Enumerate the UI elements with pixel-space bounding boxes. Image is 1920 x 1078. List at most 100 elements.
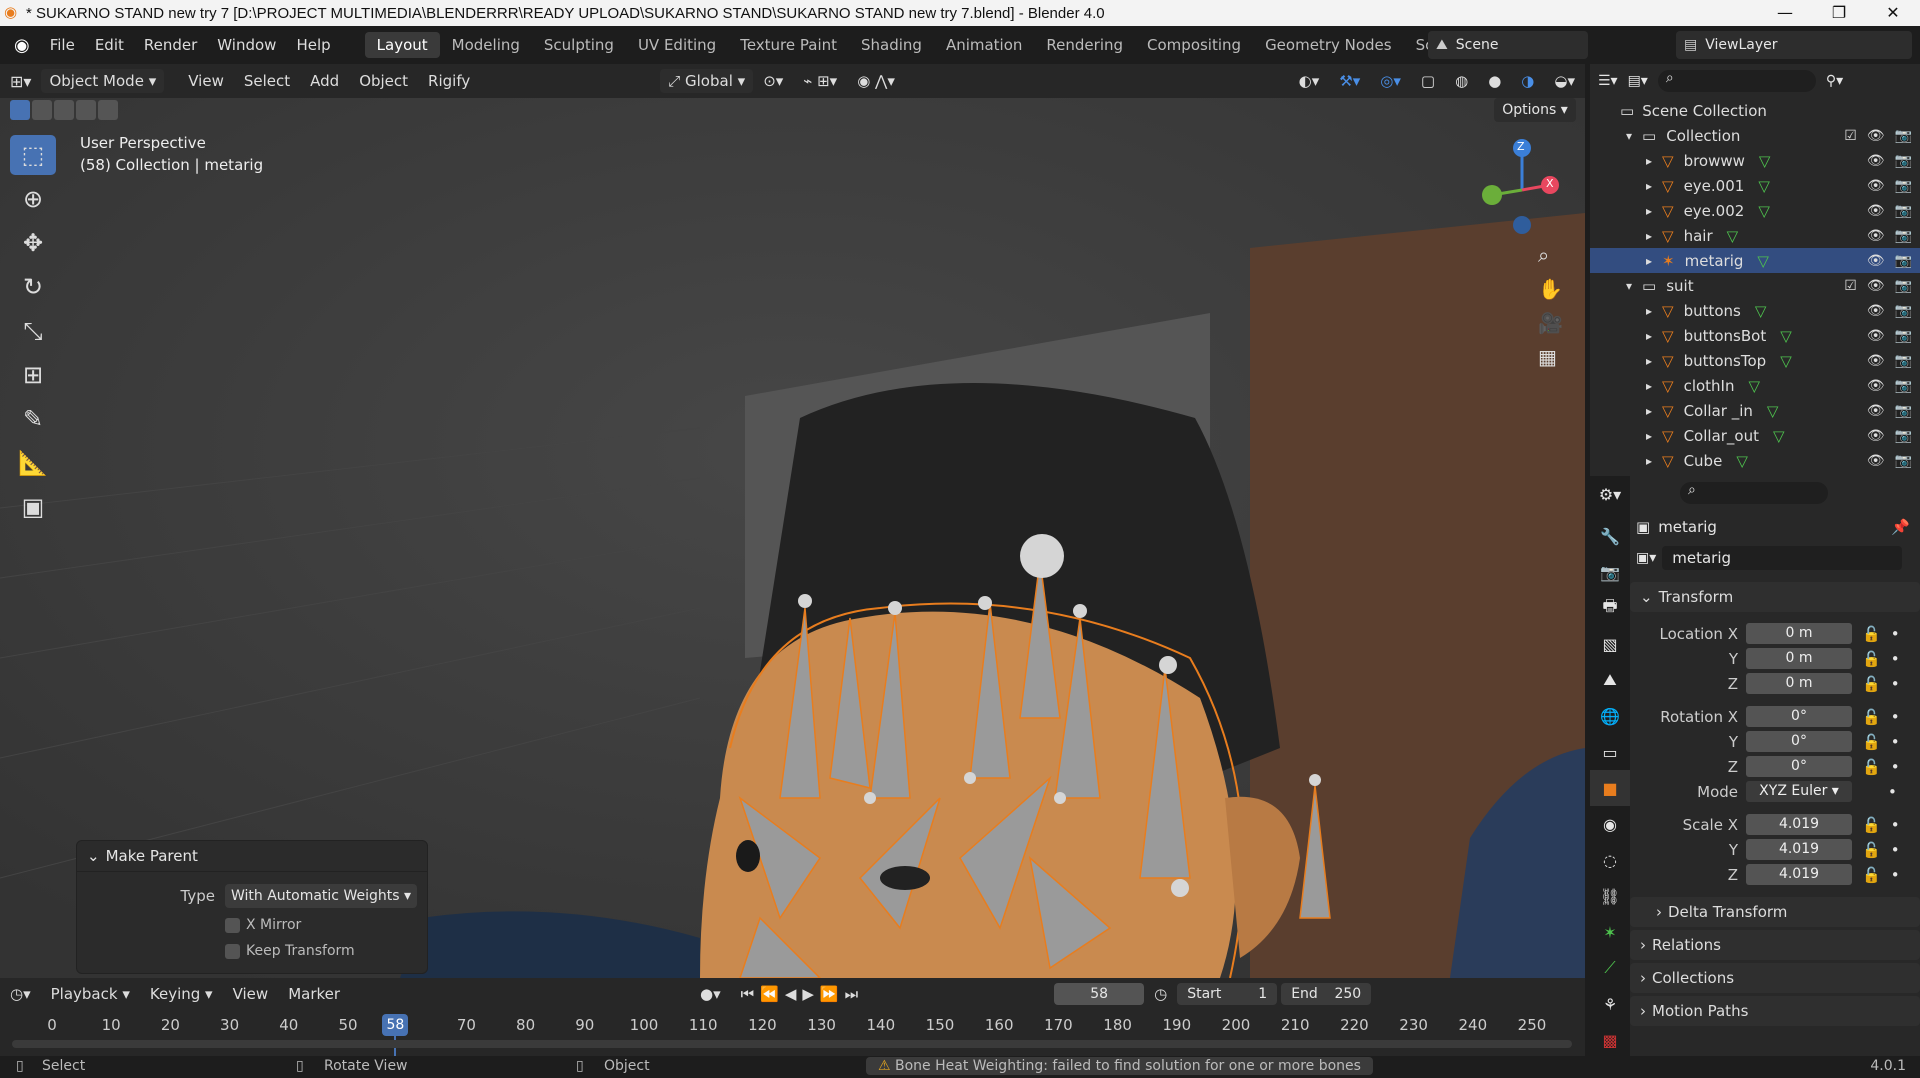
mesh-data-icon[interactable]: ▽: [1758, 202, 1770, 220]
camera-icon[interactable]: 📷: [1895, 428, 1912, 444]
expand-right-icon[interactable]: ▸: [1646, 354, 1652, 368]
expand-right-icon[interactable]: ▸: [1646, 329, 1652, 343]
material-shading-icon[interactable]: ◑: [1511, 72, 1544, 90]
eye-icon[interactable]: 👁: [1867, 428, 1885, 444]
props-editor-icon[interactable]: ⚙▾: [1590, 476, 1630, 512]
camera-icon[interactable]: 📷: [1895, 253, 1912, 269]
motion-paths-section[interactable]: › Motion Paths: [1630, 996, 1920, 1026]
filter-icon[interactable]: ⚲▾: [1826, 73, 1843, 89]
eye-icon[interactable]: 👁: [1867, 253, 1885, 269]
camera-icon[interactable]: 📷: [1895, 203, 1912, 219]
outliner-row-hair[interactable]: ▸ ▽ hair ▽ 👁 📷: [1590, 223, 1920, 248]
warning-message[interactable]: ⚠ Bone Heat Weighting: failed to find so…: [866, 1057, 1373, 1075]
annotate-tool-icon[interactable]: ✎: [10, 399, 56, 439]
pan-hand-icon[interactable]: ✋: [1538, 277, 1563, 301]
camera-view-icon[interactable]: 🎥: [1538, 311, 1563, 335]
eye-icon[interactable]: 👁: [1867, 128, 1885, 144]
keyframe-dot-icon[interactable]: •: [1891, 708, 1900, 726]
close-window-button[interactable]: ✕: [1866, 0, 1920, 26]
location-z-field[interactable]: 0 m: [1746, 673, 1852, 694]
camera-icon[interactable]: 📷: [1895, 153, 1912, 169]
menu-object[interactable]: Object: [349, 72, 418, 90]
menu-add[interactable]: Add: [300, 72, 349, 90]
render-props-icon[interactable]: 📷: [1590, 554, 1630, 590]
keyframe-dot-icon[interactable]: •: [1891, 866, 1900, 884]
xray-icon[interactable]: ▢: [1411, 72, 1445, 90]
tab-layout[interactable]: Layout: [364, 32, 440, 58]
cursor-tool-icon[interactable]: ⊕: [10, 179, 56, 219]
eye-icon[interactable]: 👁: [1867, 328, 1885, 344]
solid-shading-icon[interactable]: ●: [1478, 72, 1511, 90]
keyframe-dot-icon[interactable]: •: [1891, 675, 1900, 693]
maximize-button[interactable]: ❐: [1812, 0, 1866, 26]
select-box-tool-icon[interactable]: ⬚: [10, 135, 56, 175]
exclude-checkbox[interactable]: ☑: [1844, 128, 1857, 144]
tab-uv-editing[interactable]: UV Editing: [626, 32, 728, 58]
relations-section[interactable]: › Relations: [1630, 930, 1920, 960]
keyframe-dot-icon[interactable]: •: [1891, 625, 1900, 643]
camera-icon[interactable]: 📷: [1895, 303, 1912, 319]
wireframe-shading-icon[interactable]: ◍: [1445, 72, 1478, 90]
x-mirror-checkbox[interactable]: [225, 917, 240, 933]
delta-transform-section[interactable]: › Delta Transform: [1630, 897, 1920, 927]
camera-icon[interactable]: 📷: [1895, 403, 1912, 419]
camera-icon[interactable]: 📷: [1895, 378, 1912, 394]
expand-right-icon[interactable]: ▸: [1646, 154, 1652, 168]
object-type-icon[interactable]: ▣▾: [1636, 550, 1656, 566]
expand-right-icon[interactable]: ▸: [1646, 379, 1652, 393]
keyframe-dot-icon[interactable]: •: [1891, 733, 1900, 751]
object-props-icon[interactable]: ■: [1590, 770, 1630, 806]
outliner-row-buttonstop[interactable]: ▸ ▽ buttonsTop ▽ 👁 📷: [1590, 348, 1920, 373]
scene-props-icon[interactable]: ⛰: [1590, 662, 1630, 698]
rotation-y-field[interactable]: 0°: [1746, 731, 1852, 752]
tab-modeling[interactable]: Modeling: [440, 32, 532, 58]
editor-type-icon[interactable]: ⊞▾: [0, 72, 41, 91]
outliner-row-collection[interactable]: ▾ ▭ Collection ☑ 👁 📷: [1590, 123, 1920, 148]
mesh-data-icon[interactable]: ▽: [1736, 452, 1748, 470]
exclude-checkbox[interactable]: ☑: [1844, 278, 1857, 294]
lock-icon[interactable]: 🔓: [1862, 758, 1881, 776]
orientation-dropdown[interactable]: ⤢ Global ▾: [660, 69, 754, 93]
tab-sculpting[interactable]: Sculpting: [532, 32, 626, 58]
camera-icon[interactable]: 📷: [1895, 128, 1912, 144]
camera-icon[interactable]: 📷: [1895, 353, 1912, 369]
mesh-data-icon[interactable]: ▽: [1757, 252, 1769, 270]
scale-z-field[interactable]: 4.019: [1746, 864, 1852, 885]
lock-icon[interactable]: 🔓: [1862, 816, 1881, 834]
outliner-row-browww[interactable]: ▸ ▽ browww ▽ 👁 📷: [1590, 148, 1920, 173]
view-layer-props-icon[interactable]: ▧: [1590, 626, 1630, 662]
menu-rigify[interactable]: Rigify: [418, 72, 480, 90]
pivot-icon[interactable]: ⊙▾: [753, 72, 793, 90]
expand-down-icon[interactable]: ▾: [1626, 129, 1632, 143]
collections-section[interactable]: › Collections: [1630, 963, 1920, 993]
bone-props-icon[interactable]: ⟋: [1590, 950, 1630, 986]
minimize-button[interactable]: —: [1758, 0, 1812, 26]
eye-icon[interactable]: 👁: [1867, 203, 1885, 219]
lock-icon[interactable]: 🔓: [1862, 650, 1881, 668]
lock-icon[interactable]: 🔓: [1862, 866, 1881, 884]
parent-type-dropdown[interactable]: With Automatic Weights ▾: [225, 884, 417, 908]
select-subtract-icon[interactable]: [54, 100, 74, 120]
camera-icon[interactable]: 📷: [1895, 178, 1912, 194]
world-props-icon[interactable]: 🌐: [1590, 698, 1630, 734]
camera-icon[interactable]: 📷: [1895, 328, 1912, 344]
overlay-toggle-icon[interactable]: ◎▾: [1370, 72, 1411, 90]
outliner-row-buttons[interactable]: ▸ ▽ buttons ▽ 👁 📷: [1590, 298, 1920, 323]
select-invert-icon[interactable]: [76, 100, 96, 120]
eye-icon[interactable]: 👁: [1867, 278, 1885, 294]
expand-right-icon[interactable]: ▸: [1646, 229, 1652, 243]
pin-icon[interactable]: 📌: [1891, 518, 1910, 536]
scale-y-field[interactable]: 4.019: [1746, 839, 1852, 860]
mesh-data-icon[interactable]: ▽: [1773, 427, 1785, 445]
output-props-icon[interactable]: 🖶: [1590, 590, 1630, 626]
options-dropdown[interactable]: Options ▾: [1494, 98, 1576, 122]
display-mode-icon[interactable]: ▤▾: [1628, 73, 1648, 89]
view-layer-selector[interactable]: ▤ ViewLayer: [1676, 31, 1912, 59]
menu-select[interactable]: Select: [234, 72, 300, 90]
keep-transform-checkbox[interactable]: [225, 943, 240, 959]
outliner-row-collar-out[interactable]: ▸ ▽ Collar_out ▽ 👁 📷: [1590, 423, 1920, 448]
object-name-field[interactable]: metarig: [1662, 546, 1903, 570]
mesh-data-icon[interactable]: ▽: [1759, 152, 1771, 170]
move-tool-icon[interactable]: ✥: [10, 223, 56, 263]
tab-texture-paint[interactable]: Texture Paint: [728, 32, 849, 58]
